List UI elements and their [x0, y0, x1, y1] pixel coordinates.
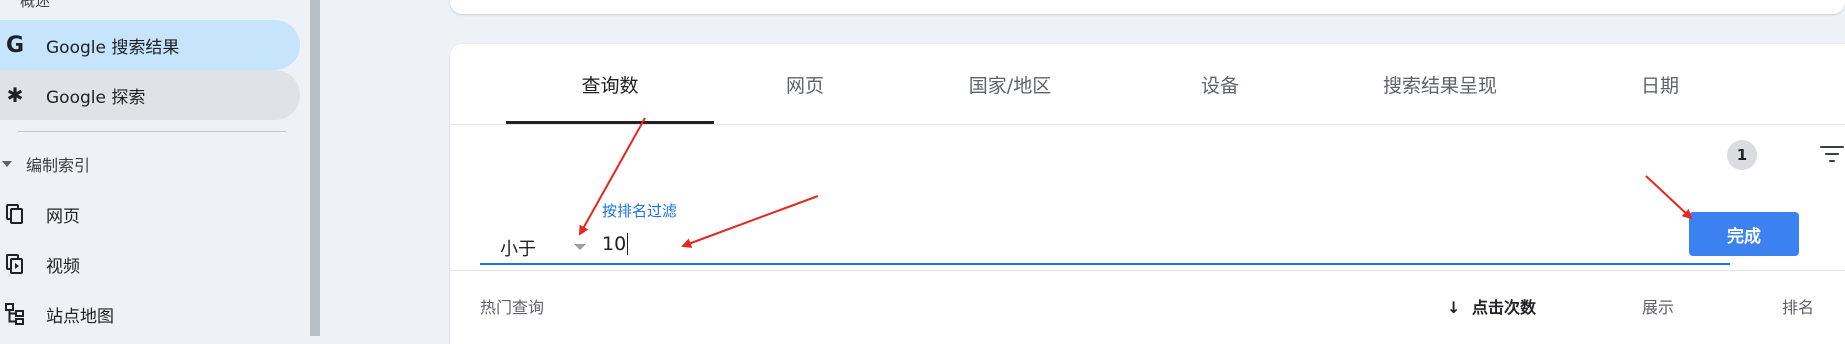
- sort-down-arrow-icon: ↓: [1447, 298, 1461, 317]
- sidebar-item-label: 网页: [46, 206, 80, 227]
- tab-countries[interactable]: 国家/地区: [910, 44, 1110, 124]
- sidebar-section-indexing[interactable]: 编制索引: [0, 152, 90, 176]
- performance-report-card: 查询数 网页 国家/地区 设备 搜索结果呈现 日期 1 按排名过滤 小于 10 …: [450, 44, 1845, 344]
- active-tab-indicator: [506, 121, 714, 124]
- filter-input-underline: [480, 263, 1730, 265]
- asterisk-icon: ✱: [6, 83, 24, 107]
- sidebar-item-label: 视频: [46, 256, 80, 277]
- chevron-down-icon: [574, 244, 586, 250]
- filter-operator-select[interactable]: 小于: [480, 230, 592, 262]
- filter-value-input[interactable]: 10: [602, 233, 629, 255]
- tab-pages[interactable]: 网页: [725, 44, 885, 124]
- tab-devices[interactable]: 设备: [1140, 44, 1300, 124]
- sidebar-item-pages[interactable]: 网页: [0, 189, 300, 239]
- tab-queries[interactable]: 查询数: [506, 44, 714, 124]
- caret-down-icon: [2, 161, 12, 167]
- sidebar-item-label: Google 探索: [46, 87, 146, 108]
- sidebar-item-label: 站点地图: [46, 306, 114, 327]
- pages-icon: [4, 203, 26, 225]
- sidebar-divider: [18, 131, 286, 132]
- done-button[interactable]: 完成: [1689, 212, 1799, 256]
- tab-dates[interactable]: 日期: [1580, 44, 1740, 124]
- sidebar-item-google-discover[interactable]: ✱ Google 探索: [0, 70, 300, 120]
- sidebar-item-videos[interactable]: 视频: [0, 239, 300, 289]
- column-header-clicks-label: 点击次数: [1471, 298, 1536, 317]
- filter-operator-value: 小于: [500, 239, 536, 260]
- tab-search-appearance[interactable]: 搜索结果呈现: [1320, 44, 1560, 124]
- column-header-impressions[interactable]: 展示: [1642, 294, 1674, 318]
- dimension-tabs: 查询数 网页 国家/地区 设备 搜索结果呈现 日期: [450, 44, 1845, 125]
- sidebar-section-label: 编制索引: [26, 156, 91, 175]
- column-header-clicks[interactable]: ↓ 点击次数: [1447, 294, 1536, 318]
- sidebar-item-label: Google 搜索结果: [46, 37, 180, 58]
- previous-card: [450, 0, 1845, 14]
- column-header-position[interactable]: 排名: [1782, 294, 1814, 318]
- table-separator: [450, 270, 1845, 271]
- google-g-icon: G: [5, 32, 25, 58]
- filter-rows-icon[interactable]: [1820, 144, 1844, 166]
- sidebar-item-sitemaps[interactable]: 站点地图: [0, 289, 300, 339]
- active-filter-count-badge: 1: [1727, 140, 1757, 170]
- sitemap-icon: [4, 303, 26, 325]
- position-filter-label: 按排名过滤: [602, 202, 678, 220]
- sidebar-item-google-search-results[interactable]: G Google 搜索结果: [0, 20, 300, 70]
- video-icon: [4, 253, 26, 275]
- sidebar-resize-handle[interactable]: [310, 0, 320, 336]
- sidebar: 概述 G Google 搜索结果 ✱ Google 探索 编制索引 网页 视频 …: [0, 0, 310, 336]
- column-header-top-queries: 热门查询: [480, 298, 545, 317]
- sidebar-item-overview-clipped[interactable]: 概述: [20, 0, 50, 11]
